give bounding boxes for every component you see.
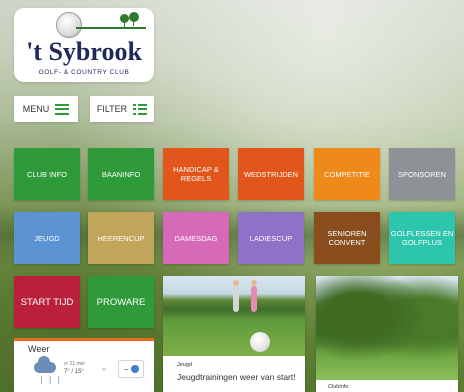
tree-logo-icon	[120, 14, 129, 28]
news-photo-course	[316, 276, 458, 380]
child-golfer	[251, 286, 257, 312]
rain-cloud-icon	[34, 356, 56, 373]
weather-day: vr 21 mei	[64, 361, 85, 367]
tile-baaninfo[interactable]: BAANINFO	[88, 148, 154, 200]
logo-title: 't Sybrook	[26, 37, 142, 66]
tile-senioren-convent[interactable]: SENIOREN CONVENT	[314, 212, 380, 264]
golf-ball-image	[250, 332, 270, 352]
news-card-clubinfo[interactable]: ClubInfo	[316, 276, 458, 392]
golf-ball-logo-icon	[56, 12, 82, 38]
tile-competitie[interactable]: COMPETITIE	[314, 148, 380, 200]
weather-widget[interactable]: Weer ❘❘❘ vr 21 mei 7° / 15° ≈	[14, 338, 154, 392]
weather-title: Weer	[28, 344, 50, 354]
news-title[interactable]: Jeugdtrainingen weer van start!	[177, 372, 299, 382]
filter-button[interactable]: FILTER	[90, 96, 154, 122]
menu-button[interactable]: MENU	[14, 96, 78, 122]
rain-drops-icon: ❘❘❘	[38, 375, 65, 384]
news-category: Jeugd	[177, 362, 192, 368]
news-photo	[163, 276, 305, 356]
tree-logo-icon	[129, 12, 139, 26]
menu-label: MENU	[22, 104, 50, 114]
tile-club-info[interactable]: CLUB INFO	[14, 148, 80, 200]
filter-list-icon	[133, 103, 148, 115]
weather-toggle[interactable]	[118, 360, 144, 378]
wind-icon: ≈	[102, 365, 107, 374]
tile-handicap-regels[interactable]: HANDICAP & REGELS	[163, 148, 229, 200]
news-category: ClubInfo	[328, 384, 349, 390]
weather-toggle-dash	[123, 368, 128, 370]
news-card-jeugd[interactable]: Jeugd Jeugdtrainingen weer van start!	[163, 276, 305, 392]
tile-start-tijd[interactable]: START TIJD	[14, 276, 80, 328]
filter-label: FILTER	[96, 104, 128, 114]
tile-heerencup[interactable]: HEERENCUP	[88, 212, 154, 264]
logo-ground-line	[76, 27, 146, 29]
tile-wedstrijden[interactable]: WEDSTRIJDEN	[238, 148, 304, 200]
tile-golflessen-golfplus[interactable]: GOLFLESSEN EN GOLFPLUS	[389, 212, 455, 264]
weather-toggle-dot-icon	[130, 365, 139, 373]
tile-damesdag[interactable]: DAMESDAG	[163, 212, 229, 264]
child-golfer	[233, 286, 239, 312]
tile-sponsoren[interactable]: SPONSOREN	[389, 148, 455, 200]
tile-ladiescup[interactable]: LADIESCUP	[238, 212, 304, 264]
weather-temperature: 7° / 15°	[64, 369, 84, 375]
tile-proware[interactable]: PROWARE	[88, 276, 154, 328]
club-logo[interactable]: 't Sybrook GOLF- & COUNTRY CLUB	[14, 8, 154, 82]
logo-subtitle: GOLF- & COUNTRY CLUB	[38, 69, 130, 76]
hamburger-icon	[55, 103, 70, 115]
tile-jeugd[interactable]: JEUGD	[14, 212, 80, 264]
